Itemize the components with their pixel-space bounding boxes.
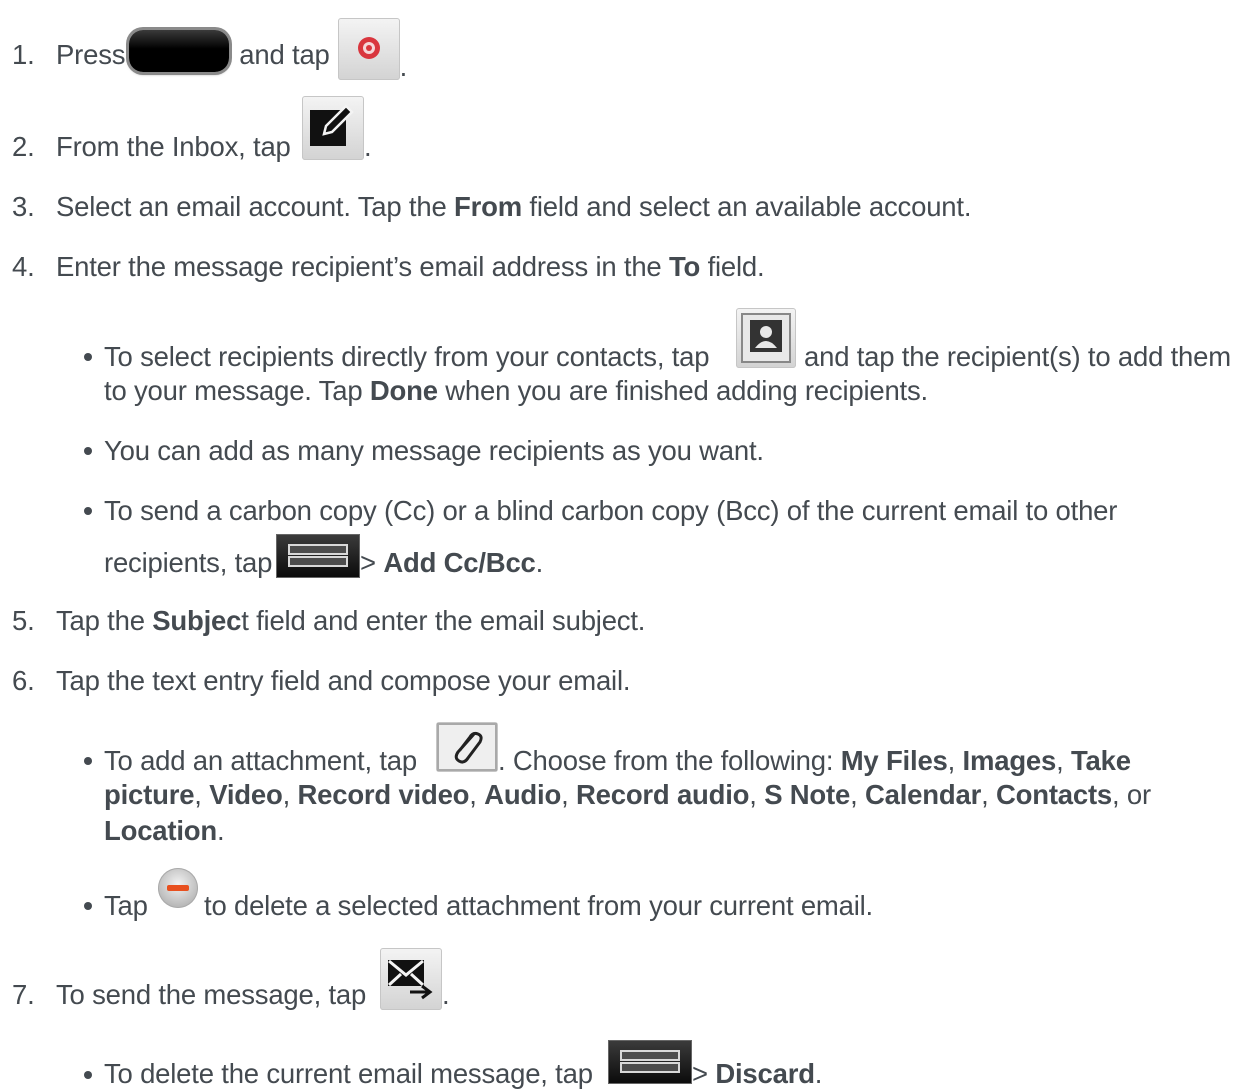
bullet-dot [84, 447, 92, 455]
bullet-text: To delete the current email message, tap [104, 1058, 593, 1089]
bullet-text: to your message. Tap Done when you are f… [104, 375, 928, 406]
bullet-text: to delete a selected attachment from you… [204, 890, 873, 921]
bullet-text: recipients, tap [104, 547, 273, 578]
compose-icon [302, 96, 364, 160]
step-number: 5. [12, 605, 35, 636]
bullet-text: . Choose from the following: My Files, I… [498, 745, 1131, 776]
bullet-dot [84, 353, 92, 361]
bullet-text: picture, Video, Record video, Audio, Rec… [104, 779, 1151, 810]
step-text: Tap the text entry field and compose you… [56, 665, 631, 696]
add-cc-bcc-label: Add Cc/Bcc [383, 547, 536, 578]
step-number: 6. [12, 665, 35, 696]
paperclip-icon [436, 722, 498, 772]
step-text: . [399, 51, 408, 82]
step-text: Tap the Subject field and enter the emai… [56, 605, 646, 636]
step-number: 3. [12, 191, 35, 222]
step-text: Press [56, 39, 126, 70]
step-text: . [364, 131, 372, 162]
field-name-from: From [454, 191, 522, 222]
bullet-text: To send a carbon copy (Cc) or a blind ca… [104, 495, 1118, 526]
field-name-subject: Subjec [152, 605, 242, 636]
bullet-text: > Add Cc/Bcc. [360, 547, 544, 578]
step-text: From the Inbox, tap [56, 131, 291, 162]
send-icon [380, 948, 442, 1010]
step-number: 4. [12, 251, 35, 282]
bullet-text: You can add as many message recipients a… [104, 435, 764, 466]
step-number: 7. [12, 979, 35, 1010]
bullet-text: To add an attachment, tap [104, 745, 417, 776]
step-text: Select an email account. Tap the From fi… [56, 191, 972, 222]
bullet-text: > Discard. [692, 1058, 823, 1089]
menu-icon [276, 534, 360, 578]
step-text: . [442, 979, 450, 1010]
bullet-text: Location. [104, 815, 225, 846]
email-app-icon [337, 18, 400, 80]
discard-label: Discard [715, 1058, 815, 1089]
step-text: Enter the message recipient’s email addr… [56, 251, 765, 282]
bullet-dot [84, 902, 92, 910]
field-name-to: To [668, 251, 701, 282]
bullet-dot [84, 757, 92, 765]
step-number: 1. [12, 39, 35, 70]
bullet-dot [84, 1071, 92, 1079]
menu-icon [608, 1040, 692, 1084]
done-label: Done [369, 375, 438, 406]
contacts-icon [736, 308, 796, 368]
minus-icon [158, 868, 198, 908]
step-number: 2. [12, 131, 35, 162]
step-text: and tap [239, 39, 330, 70]
bullet-text: and tap the recipient(s) to add them [804, 341, 1231, 372]
bullet-dot [84, 507, 92, 515]
bullet-text: To select recipients directly from your … [104, 341, 710, 372]
home-key-icon [129, 30, 230, 72]
step-text: To send the message, tap [56, 979, 367, 1010]
bullet-text: Tap [104, 890, 148, 921]
